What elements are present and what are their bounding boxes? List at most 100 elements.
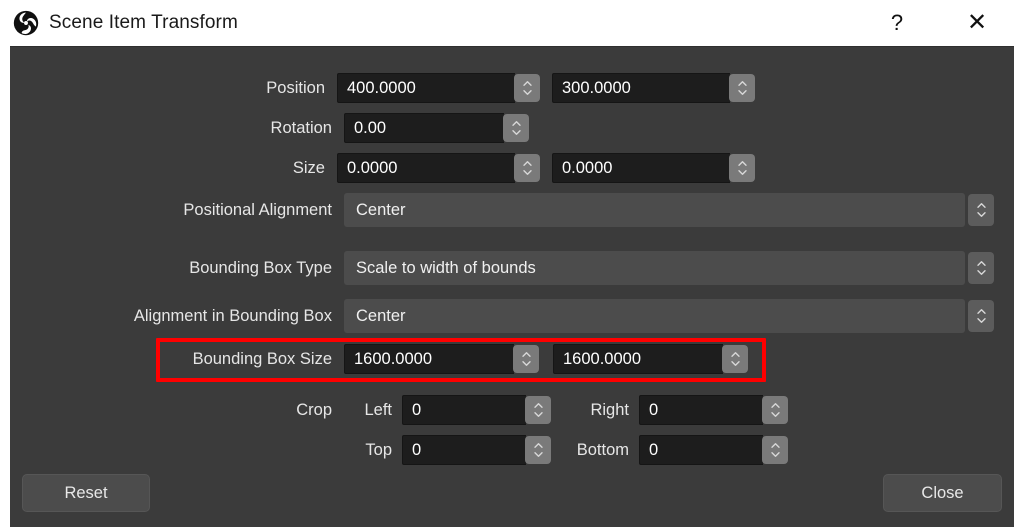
- row-bounding-box-type: Bounding Box Type Scale to width of boun…: [10, 251, 1004, 285]
- row-bounding-box-size: Bounding Box Size 1600.0000 1600.0000: [10, 344, 755, 374]
- position-y-spinbox[interactable]: 300.0000: [552, 73, 755, 103]
- crop-bottom-input[interactable]: 0: [639, 435, 763, 465]
- size-width-stepper[interactable]: [514, 154, 540, 182]
- crop-left-spinbox[interactable]: 0: [402, 395, 551, 425]
- reset-button[interactable]: Reset: [22, 474, 150, 512]
- chevron-up-icon: [533, 443, 543, 448]
- close-window-button[interactable]: ✕: [954, 0, 1000, 46]
- size-width-input[interactable]: 0.0000: [337, 153, 515, 183]
- close-icon: ✕: [966, 9, 988, 36]
- rotation-spinbox[interactable]: 0.00: [344, 113, 529, 143]
- titlebar: Scene Item Transform ? ✕: [0, 0, 1024, 46]
- bounding-box-height-stepper[interactable]: [722, 345, 748, 373]
- crop-top-stepper[interactable]: [525, 436, 551, 464]
- chevron-down-icon: [976, 212, 986, 217]
- chevron-down-icon: [522, 90, 532, 95]
- label-position: Position: [266, 78, 325, 97]
- crop-right-input[interactable]: 0: [639, 395, 763, 425]
- label-crop-right: Right: [590, 400, 629, 419]
- alignment-in-bounding-box-stepper[interactable]: [968, 300, 994, 332]
- chevron-up-icon: [533, 403, 543, 408]
- crop-top-spinbox[interactable]: 0: [402, 435, 551, 465]
- position-x-stepper[interactable]: [514, 74, 540, 102]
- chevron-down-icon: [976, 318, 986, 323]
- alignment-in-bounding-box-value[interactable]: Center: [344, 299, 965, 333]
- size-height-spinbox[interactable]: 0.0000: [552, 153, 755, 183]
- position-x-spinbox[interactable]: 400.0000: [337, 73, 540, 103]
- bounding-box-width-input[interactable]: 1600.0000: [344, 344, 514, 374]
- chevron-up-icon: [976, 261, 986, 266]
- chevron-down-icon: [730, 361, 740, 366]
- question-mark-icon: ?: [890, 10, 904, 35]
- crop-right-spinbox[interactable]: 0: [639, 395, 788, 425]
- row-position: Position 400.0000 300.0000: [10, 73, 755, 103]
- chevron-down-icon: [533, 452, 543, 457]
- chevron-down-icon: [976, 270, 986, 275]
- chevron-up-icon: [511, 121, 521, 126]
- row-positional-alignment: Positional Alignment Center: [10, 193, 1004, 227]
- row-crop-top: Crop Left 0 Right 0: [10, 395, 800, 425]
- row-crop-bottom: Top 0 Bottom 0: [10, 435, 800, 465]
- close-button[interactable]: Close: [883, 474, 1002, 512]
- chevron-up-icon: [770, 443, 780, 448]
- row-alignment-in-bounding-box: Alignment in Bounding Box Center: [10, 299, 1004, 333]
- chevron-down-icon: [737, 90, 747, 95]
- alignment-in-bounding-box-combobox[interactable]: Center: [344, 299, 994, 333]
- crop-left-stepper[interactable]: [525, 396, 551, 424]
- rotation-stepper[interactable]: [503, 114, 529, 142]
- chevron-up-icon: [737, 81, 747, 86]
- chevron-up-icon: [730, 352, 740, 357]
- crop-bottom-spinbox[interactable]: 0: [639, 435, 788, 465]
- positional-alignment-stepper[interactable]: [968, 194, 994, 226]
- label-crop-top: Top: [365, 440, 392, 459]
- label-alignment-in-bounding-box: Alignment in Bounding Box: [133, 306, 332, 325]
- row-size: Size 0.0000 0.0000: [10, 153, 755, 183]
- chevron-down-icon: [521, 361, 531, 366]
- bounding-box-type-value[interactable]: Scale to width of bounds: [344, 251, 965, 285]
- chevron-up-icon: [976, 309, 986, 314]
- chevron-down-icon: [770, 412, 780, 417]
- chevron-up-icon: [737, 161, 747, 166]
- chevron-up-icon: [770, 403, 780, 408]
- position-y-stepper[interactable]: [729, 74, 755, 102]
- chevron-down-icon: [522, 170, 532, 175]
- label-crop-bottom: Bottom: [576, 440, 629, 459]
- bounding-box-type-stepper[interactable]: [968, 252, 994, 284]
- scene-item-transform-dialog: Scene Item Transform ? ✕ Position 400.00…: [0, 0, 1024, 527]
- bounding-box-height-spinbox[interactable]: 1600.0000: [553, 344, 748, 374]
- bounding-box-width-spinbox[interactable]: 1600.0000: [344, 344, 539, 374]
- size-width-spinbox[interactable]: 0.0000: [337, 153, 540, 183]
- rotation-input[interactable]: 0.00: [344, 113, 504, 143]
- bounding-box-height-input[interactable]: 1600.0000: [553, 344, 723, 374]
- dialog-body: Position 400.0000 300.0000 Rotation 0.00…: [10, 46, 1014, 527]
- label-bounding-box-size: Bounding Box Size: [192, 349, 332, 368]
- position-x-input[interactable]: 400.0000: [337, 73, 515, 103]
- chevron-down-icon: [770, 452, 780, 457]
- size-height-stepper[interactable]: [729, 154, 755, 182]
- crop-top-input[interactable]: 0: [402, 435, 526, 465]
- chevron-up-icon: [522, 81, 532, 86]
- size-height-input[interactable]: 0.0000: [552, 153, 730, 183]
- chevron-down-icon: [737, 170, 747, 175]
- bounding-box-type-combobox[interactable]: Scale to width of bounds: [344, 251, 994, 285]
- positional-alignment-value[interactable]: Center: [344, 193, 965, 227]
- bounding-box-width-stepper[interactable]: [513, 345, 539, 373]
- label-positional-alignment: Positional Alignment: [183, 200, 332, 219]
- label-crop-left: Left: [364, 400, 392, 419]
- chevron-up-icon: [522, 161, 532, 166]
- chevron-up-icon: [976, 203, 986, 208]
- label-bounding-box-type: Bounding Box Type: [189, 258, 332, 277]
- window-title: Scene Item Transform: [49, 12, 238, 33]
- label-rotation: Rotation: [270, 118, 332, 137]
- chevron-down-icon: [511, 130, 521, 135]
- label-crop: Crop: [296, 400, 332, 419]
- row-rotation: Rotation 0.00: [10, 113, 555, 143]
- crop-left-input[interactable]: 0: [402, 395, 526, 425]
- positional-alignment-combobox[interactable]: Center: [344, 193, 994, 227]
- crop-bottom-stepper[interactable]: [762, 436, 788, 464]
- label-size: Size: [292, 158, 325, 177]
- chevron-up-icon: [521, 352, 531, 357]
- help-button[interactable]: ?: [874, 0, 920, 46]
- crop-right-stepper[interactable]: [762, 396, 788, 424]
- position-y-input[interactable]: 300.0000: [552, 73, 730, 103]
